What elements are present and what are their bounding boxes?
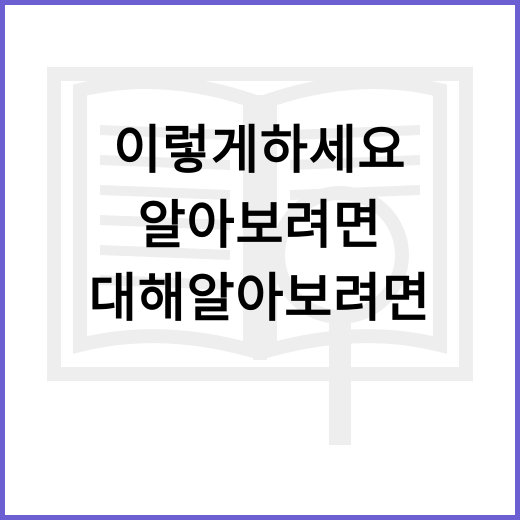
title-line-1: 이렇게하세요 [113, 121, 407, 181]
title-line-2: 알아보려면 [137, 196, 383, 256]
title-line-3: 대해알아보려면 [89, 269, 431, 329]
thumbnail-card: 이렇게하세요 알아보려면 대해알아보려면 [0, 0, 520, 520]
